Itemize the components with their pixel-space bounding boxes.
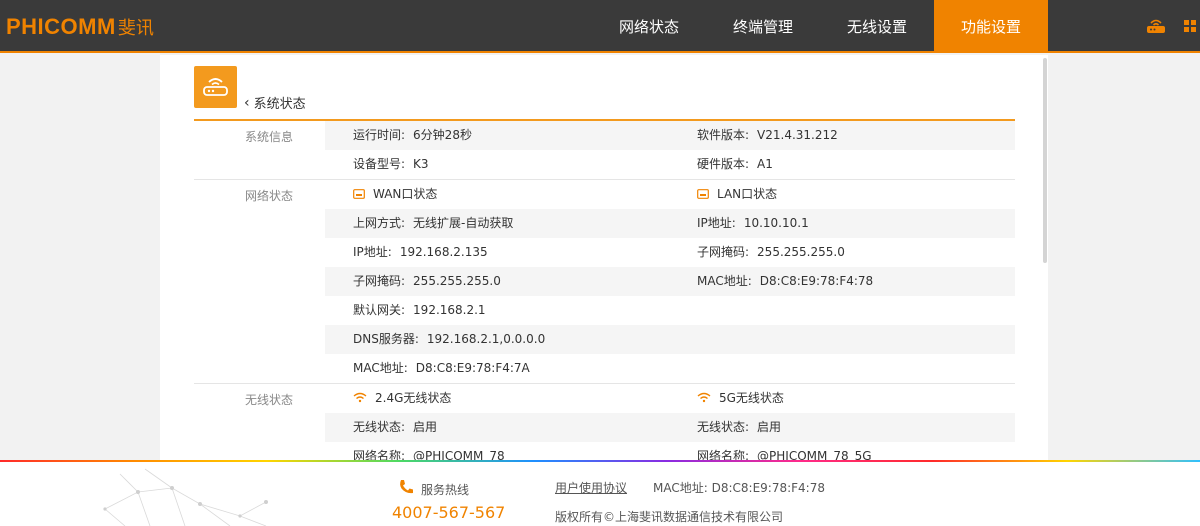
info-row: 2.4G无线状态 5G无线状态	[325, 384, 1015, 413]
wan-mask-label: 子网掩码:	[353, 274, 406, 288]
info-row: IP地址: 192.168.2.135 子网掩码: 255.255.255.0	[325, 238, 1015, 267]
lan-ip-label: IP地址:	[697, 216, 736, 230]
info-row: 上网方式: 无线扩展-自动获取 IP地址: 10.10.10.1	[325, 209, 1015, 238]
uptime-label: 运行时间:	[353, 128, 406, 142]
wan-mask-value: 255.255.255.0	[413, 274, 501, 288]
software-version-label: 软件版本:	[697, 128, 750, 142]
main-nav: 网络状态 终端管理 无线设置 功能设置	[592, 0, 1048, 53]
wan-mode-label: 上网方式:	[353, 216, 406, 230]
wan-mode-value: 无线扩展-自动获取	[413, 216, 514, 230]
panel-scrollbar[interactable]	[1043, 58, 1047, 263]
info-row: DNS服务器: 192.168.2.1,0.0.0.0	[325, 325, 1015, 354]
nav-wireless-settings[interactable]: 无线设置	[820, 0, 934, 53]
phone-icon	[400, 480, 413, 494]
model-value: K3	[413, 157, 429, 171]
info-row: 运行时间: 6分钟28秒 软件版本: V21.4.31.212	[325, 121, 1015, 150]
info-row: 默认网关: 192.168.2.1	[325, 296, 1015, 325]
lan-mac-label: MAC地址:	[697, 274, 752, 288]
router-status-icon	[194, 66, 237, 108]
info-row: 无线状态: 启用 无线状态: 启用	[325, 413, 1015, 442]
wifi-24g-state-value: 启用	[413, 420, 438, 434]
wifi-icon	[697, 392, 711, 403]
nav-device-management[interactable]: 终端管理	[706, 0, 820, 53]
app-menu-icon[interactable]	[1183, 15, 1200, 37]
section-network-status: 网络状态	[244, 189, 293, 203]
nav-network-status[interactable]: 网络状态	[592, 0, 706, 53]
wifi-5g-name-value: @PHICOMM_78_5G	[757, 449, 872, 460]
wan-ip-label: IP地址:	[353, 245, 392, 259]
model-label: 设备型号:	[353, 157, 406, 171]
phicomm-logo: PHICOMM 斐讯	[6, 14, 154, 40]
info-row: 子网掩码: 255.255.255.0 MAC地址: D8:C8:E9:78:F4:…	[325, 267, 1015, 296]
info-row: WAN口状态 LAN口状态	[325, 180, 1015, 209]
nav-function-settings[interactable]: 功能设置	[934, 0, 1048, 53]
logo-cn: 斐讯	[117, 18, 154, 39]
software-version-value: V21.4.31.212	[757, 128, 838, 142]
wifi-5g-title: 5G无线状态	[719, 391, 784, 405]
hotline-label: 服务热线	[421, 483, 470, 497]
wifi-24g-state-label: 无线状态:	[353, 420, 406, 434]
wan-gateway-value: 192.168.2.1	[413, 303, 486, 317]
wifi-icon	[353, 392, 367, 403]
footer-mac: MAC地址: D8:C8:E9:78:F4:78	[653, 481, 825, 495]
lan-ip-value: 10.10.10.1	[743, 216, 809, 230]
section-system-info: 系统信息	[244, 130, 293, 144]
wan-dns-value: 192.168.2.1,0.0.0.0	[426, 332, 546, 346]
wifi-24g-title: 2.4G无线状态	[375, 391, 452, 405]
wan-dns-label: DNS服务器:	[353, 332, 419, 346]
top-navbar: PHICOMM 斐讯 网络状态 终端管理 无线设置 功能设置	[0, 0, 1200, 53]
copyright-text: 版权所有©上海斐讯数据通信技术有限公司	[555, 510, 784, 524]
wifi-24g-name-label: 网络名称:	[353, 449, 406, 460]
wan-status-title: WAN口状态	[373, 187, 438, 201]
breadcrumb-back[interactable]: ‹ 系统状态	[244, 93, 306, 113]
hardware-version-label: 硬件版本:	[697, 157, 750, 171]
wan-mac-label: MAC地址:	[353, 361, 408, 375]
logo-latin: PHICOMM	[6, 14, 116, 39]
wan-ip-value: 192.168.2.135	[399, 245, 488, 259]
lan-port-icon	[697, 189, 709, 199]
wan-gateway-label: 默认网关:	[353, 303, 406, 317]
lan-mac-value: D8:C8:E9:78:F4:78	[759, 274, 874, 288]
lan-mask-label: 子网掩码:	[697, 245, 750, 259]
wan-port-icon	[353, 189, 365, 199]
info-row: 设备型号: K3 硬件版本: A1	[325, 150, 1015, 179]
user-agreement-link[interactable]: 用户使用协议	[555, 479, 627, 496]
wifi-5g-state-label: 无线状态:	[697, 420, 750, 434]
section-wireless-status: 无线状态	[244, 393, 293, 407]
breadcrumb-label: 系统状态	[253, 97, 306, 112]
wifi-24g-name-value: @PHICOMM_78	[413, 449, 505, 460]
wan-mac-value: D8:C8:E9:78:F4:7A	[415, 361, 530, 375]
chevron-left-icon: ‹	[244, 94, 250, 111]
info-row: MAC地址: D8:C8:E9:78:F4:7A	[325, 354, 1015, 383]
lan-mask-value: 255.255.255.0	[757, 245, 845, 259]
hotline-number: 4007-567-567	[392, 503, 506, 522]
router-icon[interactable]	[1145, 15, 1167, 37]
hardware-version-value: A1	[757, 157, 773, 171]
wifi-5g-name-label: 网络名称:	[697, 449, 750, 460]
lan-status-title: LAN口状态	[717, 187, 778, 201]
info-row: 网络名称: @PHICOMM_78 网络名称: @PHICOMM_78_5G	[325, 442, 1015, 460]
uptime-value: 6分钟28秒	[413, 128, 472, 142]
wifi-5g-state-value: 启用	[757, 420, 782, 434]
network-decoration	[103, 468, 268, 526]
